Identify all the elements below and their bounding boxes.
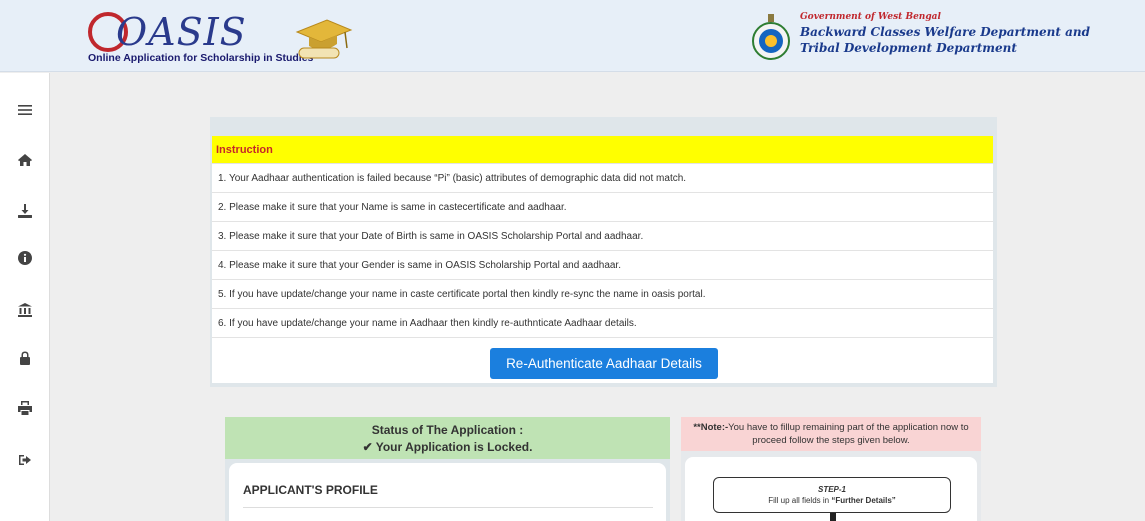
list-item: 2. Please make it sure that your Name is…: [212, 192, 993, 221]
profile-title: APPLICANT'S PROFILE: [243, 483, 378, 497]
application-status-section: Status of The Application : ✔ Your Appli…: [225, 417, 670, 521]
instruction-heading: Instruction: [212, 136, 993, 163]
government-branding: Government of West Bengal Backward Class…: [750, 8, 1140, 64]
status-badge: Status of The Application : ✔ Your Appli…: [225, 417, 670, 459]
instruction-list: 1. Your Aadhaar authentication is failed…: [212, 163, 993, 337]
status-title: Status of The Application :: [371, 423, 524, 437]
steps-card: STEP-1 Fill up all fields in “Further De…: [685, 457, 977, 521]
note-box: **Note:-You have to fillup remaining par…: [681, 417, 981, 451]
print-icon[interactable]: [10, 393, 40, 423]
step-connector: [830, 513, 836, 521]
note-text: You have to fillup remaining part of the…: [728, 422, 969, 446]
step-label: STEP-1: [817, 485, 846, 494]
step-text: Fill up all fields in: [768, 496, 832, 505]
instruction-panel: Instruction 1. Your Aadhaar authenticati…: [210, 117, 997, 387]
home-icon[interactable]: [10, 145, 40, 175]
gov-line-1: Government of West Bengal: [800, 12, 941, 22]
list-item: 5. If you have update/change your name i…: [212, 279, 993, 308]
note-prefix: **Note:-: [693, 422, 729, 433]
site-header: OASIS Online Application for Scholarship…: [0, 0, 1145, 72]
gov-line-3: Tribal Development Department: [800, 41, 1017, 55]
sidebar: [0, 73, 50, 521]
bank-icon[interactable]: [10, 295, 40, 325]
lock-icon[interactable]: [10, 343, 40, 373]
divider: [243, 507, 653, 508]
menu-icon[interactable]: [10, 95, 40, 125]
note-section: **Note:-You have to fillup remaining par…: [681, 417, 981, 521]
applicant-profile-card: APPLICANT'S PROFILE: [229, 463, 666, 521]
logout-icon[interactable]: [10, 445, 40, 475]
info-icon[interactable]: [10, 243, 40, 273]
gov-line-2: Backward Classes Welfare Department and: [800, 25, 1091, 39]
logo-text: OASIS: [116, 10, 247, 54]
state-emblem-icon: [752, 14, 790, 60]
oasis-logo[interactable]: OASIS Online Application for Scholarship…: [88, 8, 378, 68]
re-authenticate-aadhaar-button[interactable]: Re-Authenticate Aadhaar Details: [490, 348, 718, 379]
list-item: 1. Your Aadhaar authentication is failed…: [212, 163, 993, 192]
logo-subtitle: Online Application for Scholarship in St…: [88, 52, 314, 64]
status-message: ✔ Your Application is Locked.: [362, 440, 533, 454]
button-row: Re-Authenticate Aadhaar Details: [212, 337, 993, 383]
list-item: 6. If you have update/change your name i…: [212, 308, 993, 337]
download-icon[interactable]: [10, 196, 40, 226]
list-item: 3. Please make it sure that your Date of…: [212, 221, 993, 250]
step-text-bold: “Further Details”: [831, 496, 896, 505]
step-1-box[interactable]: STEP-1 Fill up all fields in “Further De…: [713, 477, 951, 513]
list-item: 4. Please make it sure that your Gender …: [212, 250, 993, 279]
graduation-cap-icon: [295, 19, 353, 59]
